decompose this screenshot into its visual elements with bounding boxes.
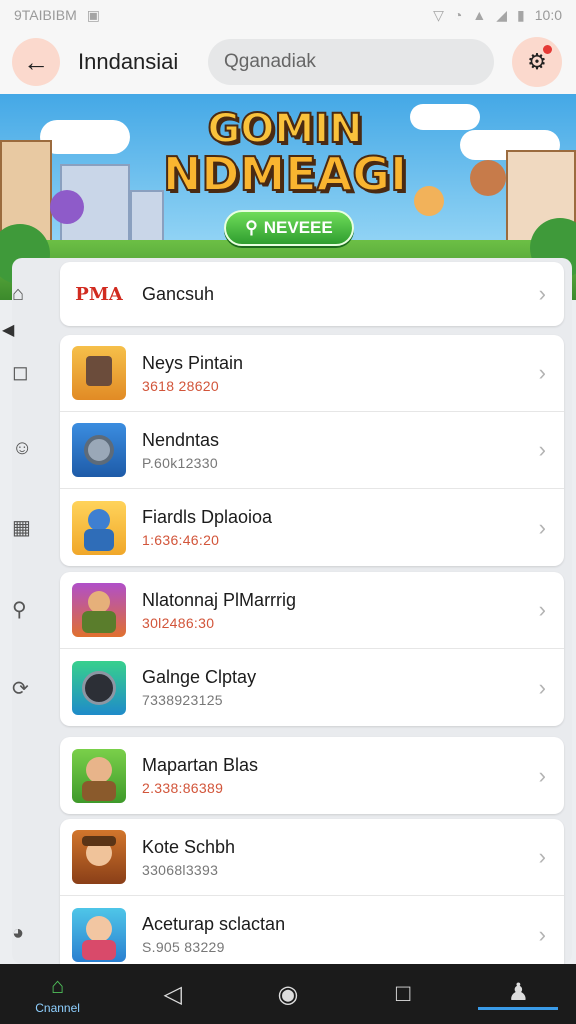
list-group: Nlatonnaj PlMarrrig 30l2486:30 › Galnge … [60,572,564,726]
gauge-icon[interactable]: ◕ [12,922,24,945]
girl-icon [72,907,126,962]
home-icon: ⌂ [50,973,65,998]
item-name: Neys Pintain [142,352,244,373]
chevron-right-icon: › [538,921,546,947]
notification-dot [543,45,552,54]
page-title: Inndansiai [78,49,179,74]
triangle-back-icon: ◁ [163,980,183,1008]
list-group: Mapartan Blas 2.338:86389 › [60,737,564,814]
hero-icon [72,500,126,555]
vpn-icon: ▽ [433,6,444,23]
featured-logo-text: PMA [75,283,123,305]
list-item[interactable]: Kote Schbh 33068l3393 › [60,819,564,896]
list-item[interactable]: Nlatonnaj PlMarrrig 30l2486:30 › [60,572,564,649]
emoji-icon[interactable]: ☺ [12,437,32,460]
nav-home-label: Cnannel [35,1001,80,1015]
square-recents-icon: □ [395,980,411,1007]
chevron-right-icon: › [538,281,546,306]
chevron-right-icon: › [538,437,546,462]
list-item[interactable]: PMA Gancsuh › [60,262,564,326]
banner-title: GOMIN NDMEAGI [150,106,420,201]
item-meta: 1:636:46:20 [142,532,220,548]
list-item[interactable]: Mapartan Blas 2.338:86389 › [60,737,564,814]
list-item[interactable]: Neys Pintain 3618 28620 › [60,335,564,412]
chevron-right-icon: › [538,514,546,540]
item-meta: S.905 83229 [142,939,225,955]
list-item[interactable]: Aceturap sclactan S.905 83229 › [60,896,564,973]
list-item[interactable]: Galnge Clptay 7338923125 › [60,649,564,726]
item-name: Nendntas [142,429,220,450]
wifi-icon: ▲ [472,7,487,23]
refresh-icon[interactable]: ⟳ [12,676,29,701]
item-name: Mapartan Blas [142,755,259,775]
nav-recents-button[interactable]: □ [363,980,443,1008]
back-button[interactable]: ← [12,38,60,86]
item-meta: 3618 28620 [142,377,219,394]
item-meta: P.60k12330 [142,454,218,471]
signal-icon: ◢ [496,6,508,23]
list-group: Kote Schbh 33068l3393 › Aceturap sclacta… [60,819,564,973]
search-placeholder: Qganadiak [224,51,316,72]
chevron-right-icon: › [538,844,546,869]
warrior-icon [72,583,126,637]
list-item[interactable]: Nendntas P.60k12330 › [60,412,564,489]
item-name: Gancsuh [142,283,215,304]
adventurer-icon [72,748,126,803]
character-figure [470,160,506,196]
banner-title-line2: NDMEAGI [162,147,408,201]
item-meta: 7338923125 [142,692,223,708]
list-group: Neys Pintain 3618 28620 › Nendntas P.60k… [60,335,564,566]
system-nav-bar: ⌂ Cnannel ◁ ◉ □ ♟ [0,964,576,1024]
nav-home-button[interactable]: ⌂ Cnannel [18,973,98,1015]
photo-icon: ▣ [86,6,100,23]
search-icon: ⚲ [245,218,258,237]
circle-home-icon: ◉ [277,980,299,1008]
chevron-right-icon: › [538,674,546,700]
search-icon[interactable]: ⚲ [12,597,27,622]
item-name: Fiardls Dplaoioa [142,507,273,527]
status-left-text: 9TAIBIBM [14,7,77,23]
character-figure [50,190,84,224]
robot-icon [72,346,126,400]
edge-handle-icon[interactable]: ◀ [2,320,14,340]
profile-icon: ♟ [507,979,530,1006]
chevron-right-icon: › [538,762,546,788]
status-time: 10:0 [534,7,562,23]
banner-cta-button[interactable]: ⚲ NEVEEE [224,210,354,246]
banner-cta-label: NEVEEE [263,218,333,237]
battery-icon: ▮ [517,6,525,23]
banner-title-line1: GOMIN [207,106,364,152]
gear-ball-icon [72,423,126,477]
explorer-icon [72,830,126,884]
orb-icon [72,660,126,715]
cloud-shape [410,104,480,130]
featured-card[interactable]: PMA Gancsuh › [60,262,564,326]
item-name: Nlatonnaj PlMarrrig [142,589,297,610]
item-name: Aceturap sclactan [142,914,286,934]
chevron-right-icon: › [538,360,546,385]
arrow-left-icon: ← [23,46,49,77]
chevron-right-icon: › [538,597,546,622]
settings-button[interactable]: ⚙ [512,37,562,87]
home-icon[interactable]: ⌂ [12,283,24,306]
item-name: Kote Schbh [142,836,236,857]
item-meta: 33068l3393 [142,861,219,878]
cloud-shape [40,120,130,154]
featured-logo: PMA [72,274,126,314]
item-name: Galnge Clptay [142,667,257,687]
item-meta: 2.338:86389 [142,780,224,796]
search-input[interactable]: Qganadiak [208,39,494,85]
calendar-icon[interactable]: ▦ [12,515,31,540]
nav-home-circle-button[interactable]: ◉ [248,980,328,1009]
item-meta: 30l2486:30 [142,614,215,631]
chat-icon[interactable]: ◻ [12,360,29,385]
list-item[interactable]: Fiardls Dplaoioa 1:636:46:20 › [60,489,564,566]
alarm-icon: ◔ [453,7,463,23]
nav-profile-button[interactable]: ♟ [478,978,559,1010]
status-bar: 9TAIBIBM ▣ ▽ ◔ ▲ ◢ ▮ 10:0 [0,0,576,30]
nav-back-button[interactable]: ◁ [133,980,213,1009]
app-bar: ← Inndansiai Qganadiak ⚙ [0,30,576,94]
